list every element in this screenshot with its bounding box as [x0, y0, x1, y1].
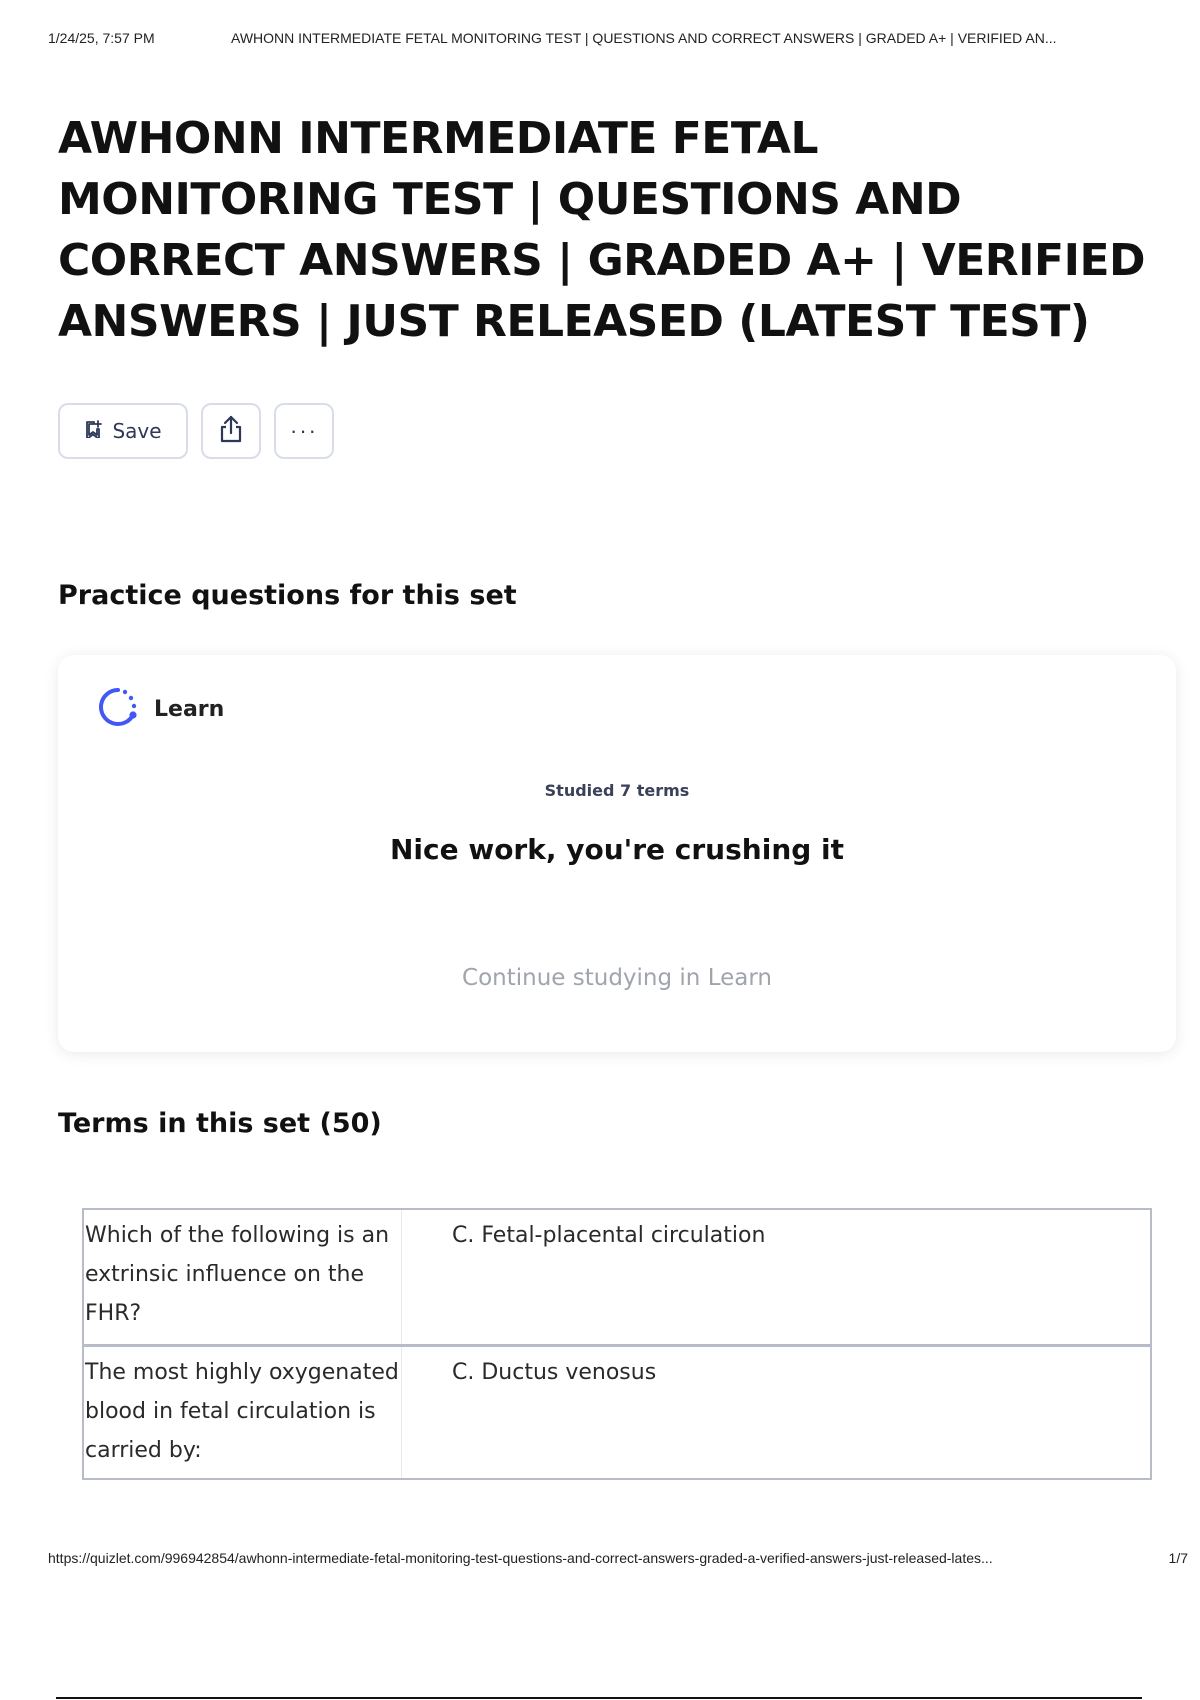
studied-count: Studied 7 terms — [544, 781, 690, 800]
learn-header: Learn — [96, 685, 224, 734]
terms-heading: Terms in this set (50) — [58, 1108, 382, 1139]
term-question: Which of the following is an extrinsic i… — [84, 1210, 402, 1344]
page-number: 1/7 — [1168, 1550, 1188, 1566]
save-label: Save — [112, 419, 162, 443]
table-row: The most highly oxygenated blood in feta… — [84, 1344, 1150, 1478]
print-doc-title: AWHONN INTERMEDIATE FETAL MONITORING TES… — [231, 30, 1057, 46]
continue-learn-link[interactable]: Continue studying in Learn — [58, 965, 1176, 991]
learn-card: Learn Studied 7 terms Nice work, you're … — [58, 655, 1176, 1052]
print-date: 1/24/25, 7:57 PM — [48, 30, 155, 46]
table-row: Which of the following is an extrinsic i… — [84, 1210, 1150, 1344]
print-header: 1/24/25, 7:57 PM AWHONN INTERMEDIATE FET… — [48, 30, 1188, 50]
print-footer: https://quizlet.com/996942854/awhonn-int… — [48, 1550, 1188, 1570]
learn-progress-icon — [96, 685, 140, 734]
action-bar: Save ··· — [58, 403, 334, 461]
practice-heading: Practice questions for this set — [58, 580, 517, 611]
share-button[interactable] — [201, 403, 261, 459]
share-icon — [217, 414, 245, 449]
term-answer: C. Fetal-placental circulation — [452, 1223, 766, 1248]
divider — [56, 1697, 1142, 1699]
more-options-button[interactable]: ··· — [274, 403, 334, 459]
term-question: The most highly oxygenated blood in feta… — [84, 1347, 402, 1478]
learn-label: Learn — [154, 697, 225, 722]
terms-table: Which of the following is an extrinsic i… — [82, 1208, 1152, 1480]
print-url: https://quizlet.com/996942854/awhonn-int… — [48, 1550, 993, 1566]
progress-message: Nice work, you're crushing it — [389, 833, 845, 866]
more-icon: ··· — [290, 418, 318, 443]
save-button[interactable]: Save — [58, 403, 188, 459]
term-answer: C. Ductus venosus — [452, 1360, 657, 1385]
bookmark-add-icon — [84, 419, 103, 443]
page-title: AWHONN INTERMEDIATE FETAL MONITORING TES… — [58, 113, 1146, 347]
